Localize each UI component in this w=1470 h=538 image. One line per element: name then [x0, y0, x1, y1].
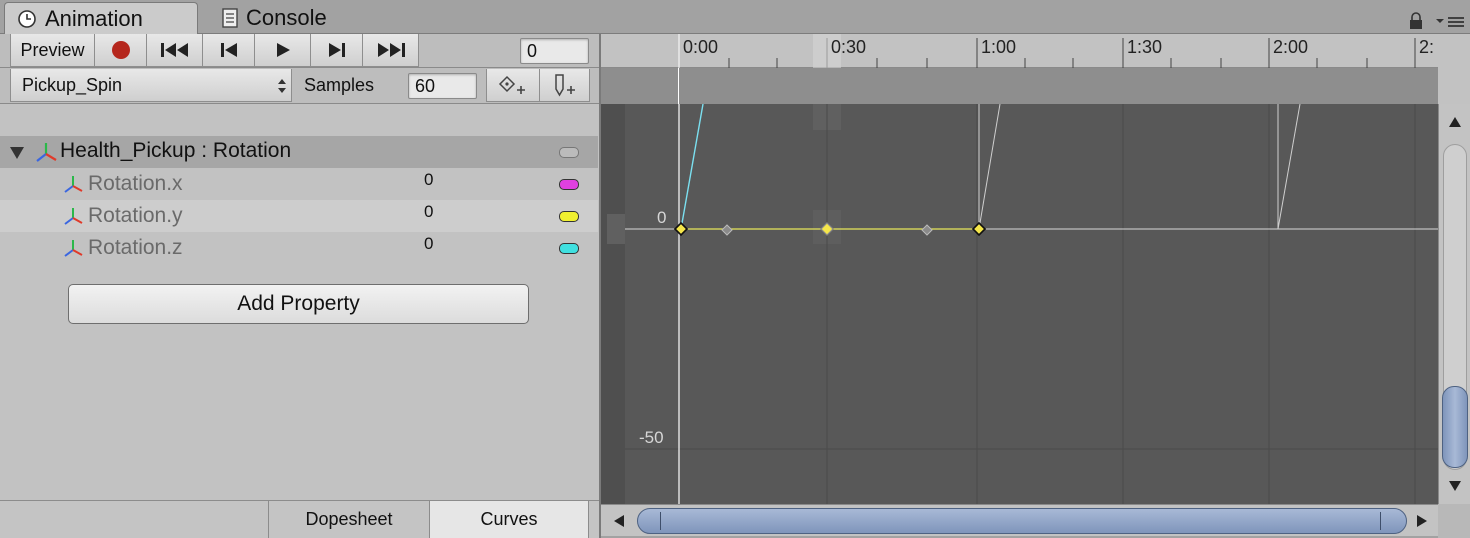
curve-canvas	[601, 104, 1438, 504]
preview-button-label: Preview	[20, 39, 85, 60]
scroll-up-arrow-icon[interactable]	[1448, 116, 1462, 128]
add-property-button[interactable]: Add Property	[68, 284, 529, 324]
preview-button[interactable]: Preview	[10, 34, 95, 67]
samples-value: 60	[415, 75, 436, 96]
curve-color-indicator-y[interactable]	[559, 211, 579, 222]
curve-color-indicator-x[interactable]	[559, 179, 579, 190]
tab-curves[interactable]: Curves	[429, 501, 589, 538]
record-button[interactable]	[95, 34, 147, 67]
lock-icon[interactable]	[1408, 12, 1424, 30]
curve-color-indicator-z[interactable]	[559, 243, 579, 254]
property-group-row[interactable]: Health_Pickup : Rotation	[0, 136, 598, 168]
first-keyframe-button[interactable]	[147, 34, 203, 67]
playhead-line	[678, 68, 679, 104]
rotation-axes-icon	[36, 143, 57, 162]
next-keyframe-button[interactable]	[311, 34, 363, 67]
scroll-corner	[1438, 34, 1470, 104]
tab-console-label: Console	[246, 5, 327, 30]
property-value[interactable]: 0	[424, 170, 433, 190]
transport-toolbar: Preview 0	[0, 34, 600, 68]
y-axis-label: 0	[657, 208, 667, 227]
keyframe[interactable]	[972, 222, 986, 236]
rotation-axes-icon	[64, 240, 83, 257]
frame-field[interactable]: 0	[520, 38, 589, 64]
add-property-label: Add Property	[237, 292, 360, 315]
add-keyframe-button[interactable]	[486, 69, 540, 102]
keyframe[interactable]	[820, 222, 834, 236]
samples-field[interactable]: 60	[408, 73, 477, 99]
view-mode-tabs: Dopesheet Curves	[0, 500, 600, 538]
ruler-tick-label: 0:00	[683, 37, 719, 57]
keyframe[interactable]	[674, 222, 688, 236]
last-keyframe-button[interactable]	[363, 34, 419, 67]
vertical-scroll-thumb[interactable]	[1442, 386, 1468, 468]
ruler-ticks	[678, 34, 1416, 68]
tab-animation[interactable]: Animation	[4, 2, 198, 34]
property-value[interactable]: 0	[424, 202, 433, 222]
property-row-rotation-x[interactable]: Rotation.x 0	[0, 168, 598, 200]
property-label: Rotation.y	[88, 204, 183, 227]
document-icon	[222, 8, 238, 28]
play-icon	[276, 43, 290, 57]
samples-label: Samples	[304, 75, 375, 95]
keyframe[interactable]	[921, 224, 933, 236]
group-curve-indicator[interactable]	[559, 147, 579, 158]
previous-keyframe-button[interactable]	[203, 34, 255, 67]
ruler-tick-label: 2:	[1419, 37, 1435, 57]
clip-toolbar: Pickup_Spin Samples 60	[0, 68, 600, 104]
step-back-icon	[220, 43, 237, 57]
tab-dopesheet-label: Dopesheet	[305, 509, 393, 529]
vertical-scrollbar[interactable]	[1438, 104, 1470, 504]
ruler-tick-label: 0:30	[831, 37, 867, 57]
ruler-tick-label: 1:30	[1127, 37, 1163, 57]
step-forward-icon	[328, 43, 345, 57]
tab-animation-label: Animation	[45, 5, 143, 31]
keyframe[interactable]	[721, 224, 733, 236]
ruler-tick-label: 2:00	[1273, 37, 1309, 57]
rotation-axes-icon	[64, 208, 83, 225]
add-event-icon	[554, 74, 575, 97]
scroll-thumb-handle-left[interactable]	[660, 512, 661, 530]
horizontal-scrollbar[interactable]	[601, 504, 1438, 536]
property-row-rotation-y[interactable]: Rotation.y 0	[0, 200, 598, 232]
scroll-down-arrow-icon[interactable]	[1448, 480, 1462, 492]
skip-to-start-icon	[160, 43, 188, 57]
tab-curves-label: Curves	[480, 509, 538, 529]
property-label: Rotation.z	[88, 236, 183, 259]
scroll-left-arrow-icon[interactable]	[613, 514, 625, 528]
skip-to-end-icon	[377, 43, 405, 57]
scroll-corner-bottom	[1438, 504, 1470, 538]
tab-dopesheet[interactable]: Dopesheet	[268, 501, 429, 538]
play-button[interactable]	[255, 34, 311, 67]
property-label: Rotation.x	[88, 172, 183, 195]
y-axis-label: -50	[639, 428, 664, 447]
clip-name: Pickup_Spin	[22, 74, 123, 95]
add-keyframe-icon	[498, 75, 525, 94]
scroll-right-arrow-icon[interactable]	[1416, 514, 1428, 528]
curve-editor[interactable]: 0 -50	[601, 104, 1438, 504]
dropdown-arrows-icon	[278, 79, 286, 93]
horizontal-scroll-thumb[interactable]	[637, 508, 1407, 534]
clock-icon	[18, 9, 36, 28]
clip-dropdown[interactable]: Pickup_Spin	[10, 69, 292, 102]
record-icon	[111, 41, 130, 59]
hierarchy-panel: Preview 0 Pickup_Spin Samples 60 Health_…	[0, 34, 600, 538]
ruler-tick-label: 1:00	[981, 37, 1017, 57]
tab-console[interactable]: Console	[218, 2, 378, 34]
property-row-rotation-z[interactable]: Rotation.z 0	[0, 232, 598, 264]
menu-icon[interactable]	[1436, 14, 1466, 30]
frame-value: 0	[527, 40, 538, 61]
window-tab-bar: Animation Console	[0, 0, 1470, 34]
time-ruler[interactable]: 0:00 0:30 1:00 1:30 2:00 2:	[601, 34, 1438, 68]
scroll-thumb-handle-right[interactable]	[1380, 512, 1381, 530]
property-value[interactable]: 0	[424, 234, 433, 254]
add-event-button[interactable]	[540, 69, 590, 102]
rotation-axes-icon	[64, 176, 83, 193]
event-track[interactable]	[601, 68, 1438, 104]
property-group-label: Health_Pickup : Rotation	[60, 139, 292, 162]
collapse-triangle-icon[interactable]	[9, 146, 25, 160]
